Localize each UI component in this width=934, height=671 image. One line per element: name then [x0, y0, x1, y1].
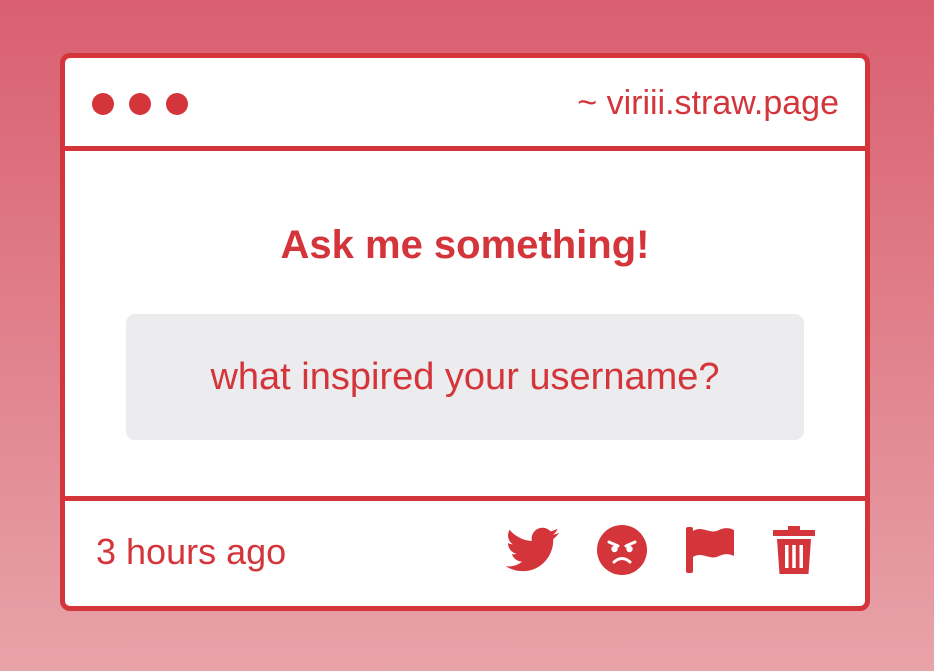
- trash-icon: [773, 526, 815, 574]
- share-twitter-button[interactable]: [506, 527, 560, 573]
- window-controls: [92, 93, 203, 115]
- page-title: Ask me something!: [280, 223, 650, 267]
- site-url[interactable]: ~ viriii.straw.page: [577, 84, 839, 123]
- twitter-icon: [506, 527, 560, 572]
- window-dot[interactable]: [92, 93, 114, 115]
- action-bar: [469, 525, 815, 575]
- card-footer: 3 hours ago: [65, 496, 865, 606]
- window-titlebar: ~ viriii.straw.page: [65, 58, 865, 151]
- report-flag-button[interactable]: [684, 525, 736, 575]
- question-box: what inspired your username?: [126, 314, 804, 440]
- timestamp: 3 hours ago: [96, 531, 287, 572]
- delete-button[interactable]: [773, 526, 815, 574]
- flag-icon: [686, 527, 734, 573]
- angry-face-icon: [597, 525, 647, 575]
- window-dot[interactable]: [166, 93, 188, 115]
- card-content: Ask me something! what inspired your use…: [65, 151, 865, 496]
- window-dot[interactable]: [129, 93, 151, 115]
- question-card: ~ viriii.straw.page Ask me something! wh…: [60, 53, 870, 611]
- question-text: what inspired your username?: [210, 355, 720, 398]
- react-angry-button[interactable]: [597, 525, 647, 575]
